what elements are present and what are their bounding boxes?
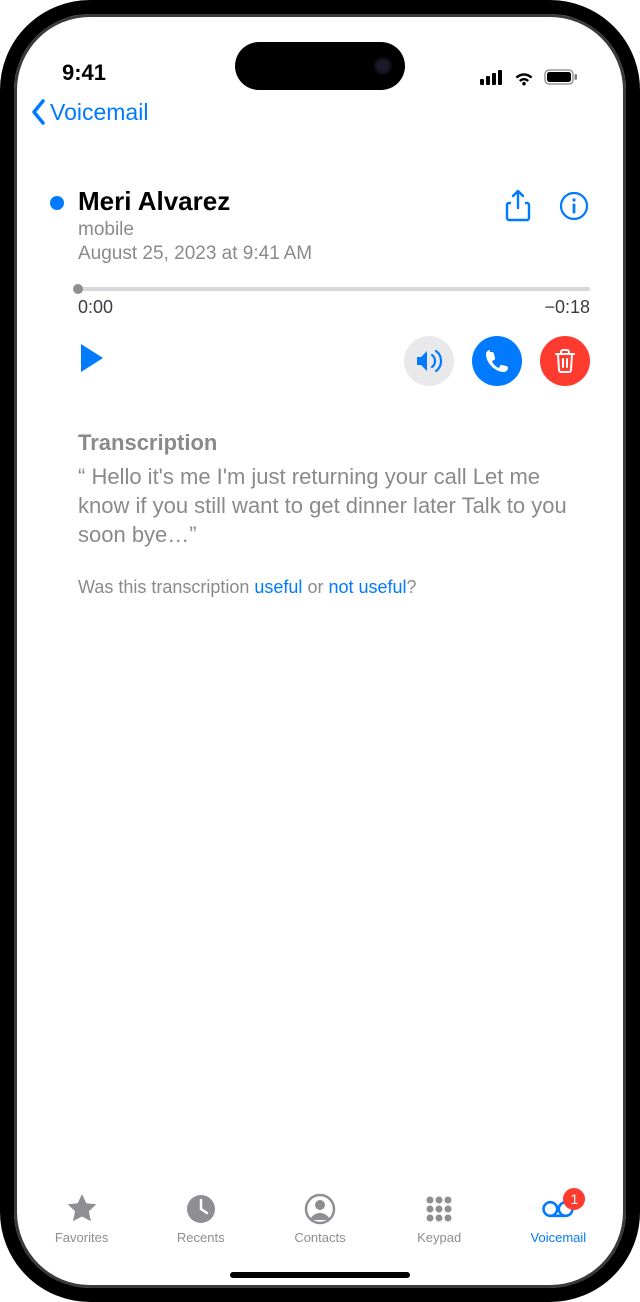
feedback-useful-link[interactable]: useful bbox=[254, 577, 302, 597]
dynamic-island bbox=[235, 42, 405, 90]
tab-voicemail[interactable]: 1 Voicemail bbox=[513, 1192, 603, 1245]
tab-contacts[interactable]: Contacts bbox=[275, 1192, 365, 1245]
trash-icon bbox=[554, 348, 576, 374]
clock-icon bbox=[184, 1192, 218, 1226]
share-button[interactable] bbox=[502, 190, 534, 222]
tab-label: Voicemail bbox=[531, 1230, 587, 1245]
voicemail-badge: 1 bbox=[563, 1188, 585, 1210]
phone-icon bbox=[484, 348, 510, 374]
home-indicator[interactable] bbox=[230, 1272, 410, 1278]
speaker-icon bbox=[415, 349, 443, 373]
transcription-body: “ Hello it's me I'm just returning your … bbox=[78, 462, 590, 549]
tab-label: Recents bbox=[177, 1230, 225, 1245]
info-icon bbox=[559, 191, 589, 221]
cellular-icon bbox=[480, 69, 504, 85]
caller-name: Meri Alvarez bbox=[78, 186, 502, 217]
battery-icon bbox=[544, 69, 578, 85]
info-button[interactable] bbox=[558, 190, 590, 222]
back-label: Voicemail bbox=[50, 99, 148, 126]
caller-line-label: mobile bbox=[78, 217, 502, 243]
call-back-button[interactable] bbox=[472, 336, 522, 386]
elapsed-time: 0:00 bbox=[78, 297, 113, 318]
back-button[interactable]: Voicemail bbox=[28, 98, 148, 126]
status-time: 9:41 bbox=[62, 60, 106, 86]
delete-button[interactable] bbox=[540, 336, 590, 386]
play-icon bbox=[78, 342, 106, 374]
tab-label: Favorites bbox=[55, 1230, 108, 1245]
transcription-heading: Transcription bbox=[78, 430, 590, 456]
play-button[interactable] bbox=[78, 342, 106, 379]
remaining-time: −0:18 bbox=[544, 297, 590, 318]
playback-scrubber[interactable] bbox=[78, 287, 590, 291]
scrubber-thumb[interactable] bbox=[73, 284, 83, 294]
feedback-not-useful-link[interactable]: not useful bbox=[328, 577, 406, 597]
share-icon bbox=[504, 189, 532, 223]
speaker-button[interactable] bbox=[404, 336, 454, 386]
star-icon bbox=[65, 1192, 99, 1226]
unread-indicator bbox=[50, 196, 64, 210]
transcription-feedback: Was this transcription useful or not use… bbox=[78, 577, 590, 598]
chevron-left-icon bbox=[28, 98, 50, 126]
contact-icon bbox=[303, 1192, 337, 1226]
tab-label: Keypad bbox=[417, 1230, 461, 1245]
tab-keypad[interactable]: Keypad bbox=[394, 1192, 484, 1245]
tab-favorites[interactable]: Favorites bbox=[37, 1192, 127, 1245]
keypad-icon bbox=[422, 1192, 456, 1226]
voicemail-date: August 25, 2023 at 9:41 AM bbox=[78, 243, 502, 265]
wifi-icon bbox=[512, 68, 536, 86]
tab-recents[interactable]: Recents bbox=[156, 1192, 246, 1245]
tab-label: Contacts bbox=[294, 1230, 345, 1245]
